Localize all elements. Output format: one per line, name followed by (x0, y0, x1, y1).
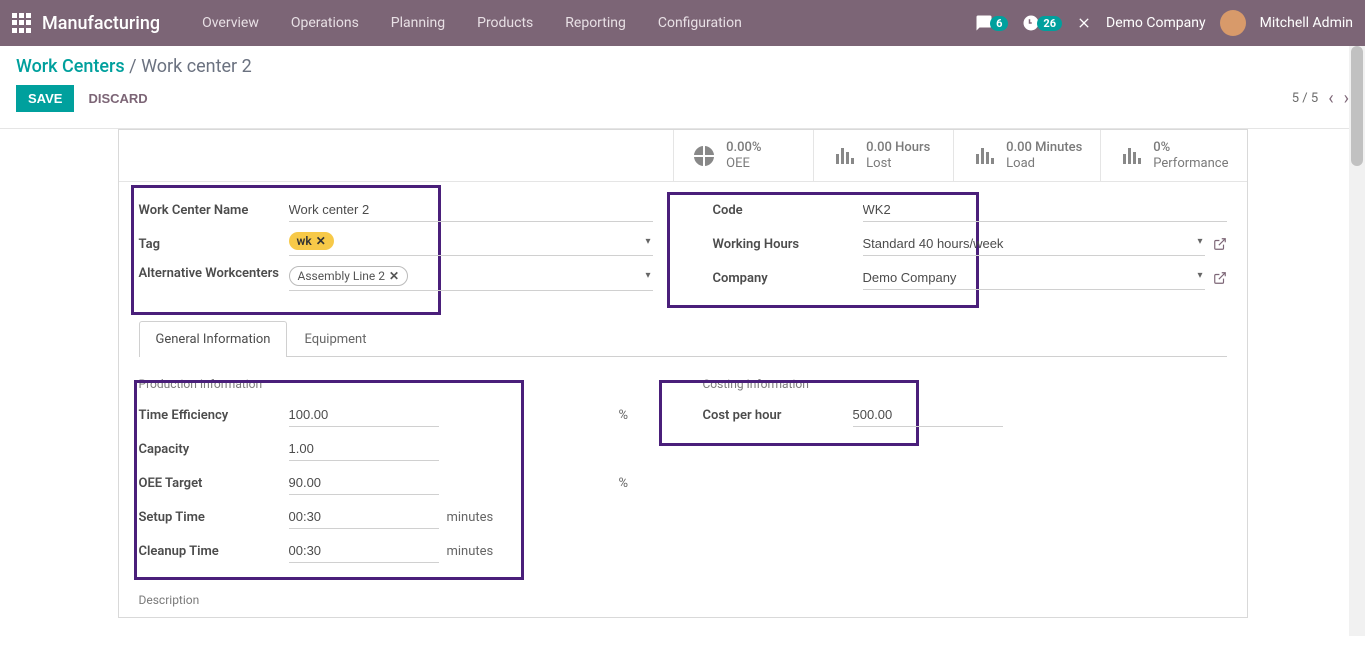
setup-input[interactable] (289, 505, 439, 529)
chevron-down-icon: ▾ (645, 236, 650, 247)
bars-icon (972, 144, 996, 168)
tag-remove-icon[interactable]: ✕ (316, 234, 326, 248)
debug-icon[interactable] (1076, 15, 1092, 31)
stat-performance[interactable]: 0%Performance (1100, 130, 1246, 181)
bars-icon (1119, 144, 1143, 168)
chevron-down-icon: ▾ (645, 270, 650, 281)
cost-group-title: Costing Information (703, 377, 1227, 391)
alt-remove-icon[interactable]: ✕ (389, 269, 399, 283)
eff-input[interactable] (289, 403, 439, 427)
oeet-unit: % (619, 476, 629, 491)
form-sheet: 0.00%OEE 0.00 HoursLost 0.00 MinutesLoad… (118, 129, 1248, 618)
tag-label: Tag (139, 237, 289, 252)
eff-unit: % (619, 408, 629, 423)
setup-unit: minutes (447, 510, 494, 525)
alt-input[interactable]: Assembly Line 2✕ ▾ (289, 266, 653, 291)
pie-icon (692, 144, 716, 168)
description-label: Description (119, 593, 1247, 617)
name-label: Work Center Name (139, 203, 289, 218)
tab-general[interactable]: General Information (139, 321, 288, 357)
oeet-label: OEE Target (139, 476, 289, 491)
tab-equipment[interactable]: Equipment (287, 321, 383, 357)
name-input[interactable] (289, 198, 653, 222)
tag-pill: wk✕ (289, 232, 334, 250)
stat-bar: 0.00%OEE 0.00 HoursLost 0.00 MinutesLoad… (119, 130, 1247, 182)
tab-bar: General Information Equipment (139, 321, 1227, 357)
alt-label: Alternative Workcenters (139, 266, 289, 281)
oeet-input[interactable] (289, 471, 439, 495)
breadcrumb: Work Centers / Work center 2 (16, 56, 252, 77)
activities-icon[interactable]: 26 (1022, 14, 1062, 32)
action-row: SAVE DISCARD 5 / 5 ‹ › (0, 77, 1365, 129)
eff-label: Time Efficiency (139, 408, 289, 423)
company-label: Company (713, 271, 863, 286)
clean-input[interactable] (289, 539, 439, 563)
code-input[interactable] (863, 198, 1227, 222)
topbar: Manufacturing Overview Operations Planni… (0, 0, 1365, 46)
stat-load[interactable]: 0.00 MinutesLoad (953, 130, 1100, 181)
avatar[interactable] (1220, 10, 1246, 36)
clean-label: Cleanup Time (139, 544, 289, 559)
menu-reporting[interactable]: Reporting (551, 9, 640, 37)
breadcrumb-root[interactable]: Work Centers (16, 56, 125, 77)
menu-operations[interactable]: Operations (277, 9, 373, 37)
messages-icon[interactable]: 6 (975, 14, 1008, 32)
cph-label: Cost per hour (703, 408, 853, 423)
breadcrumb-row: Work Centers / Work center 2 (0, 46, 1365, 77)
topbar-right: 6 26 Demo Company Mitchell Admin (975, 10, 1353, 36)
save-button[interactable]: SAVE (16, 85, 74, 112)
user-menu[interactable]: Mitchell Admin (1260, 15, 1353, 31)
stat-oee[interactable]: 0.00%OEE (673, 130, 813, 181)
scrollbar[interactable] (1349, 46, 1365, 636)
menu-planning[interactable]: Planning (377, 9, 459, 37)
pager: 5 / 5 ‹ › (1292, 88, 1349, 109)
breadcrumb-current: Work center 2 (141, 56, 252, 77)
cap-label: Capacity (139, 442, 289, 457)
main-menu: Overview Operations Planning Products Re… (188, 9, 756, 37)
app-brand[interactable]: Manufacturing (42, 13, 160, 34)
prod-group-title: Production Information (139, 377, 663, 391)
pager-prev-icon[interactable]: ‹ (1328, 88, 1333, 109)
menu-configuration[interactable]: Configuration (644, 9, 756, 37)
setup-label: Setup Time (139, 510, 289, 525)
code-label: Code (713, 203, 863, 218)
cph-input[interactable] (853, 403, 1003, 427)
external-link-icon[interactable] (1213, 271, 1227, 285)
cap-input[interactable] (289, 437, 439, 461)
company-input[interactable] (863, 266, 1205, 290)
company-switcher[interactable]: Demo Company (1106, 15, 1206, 31)
activities-badge: 26 (1037, 16, 1062, 31)
hours-input[interactable] (863, 232, 1205, 256)
clean-unit: minutes (447, 544, 494, 559)
alt-pill: Assembly Line 2✕ (289, 266, 409, 286)
hours-label: Working Hours (713, 237, 863, 252)
menu-overview[interactable]: Overview (188, 9, 273, 37)
tag-input[interactable]: wk✕ ▾ (289, 232, 653, 256)
discard-button[interactable]: DISCARD (88, 91, 147, 106)
apps-icon[interactable] (12, 13, 32, 33)
messages-badge: 6 (990, 16, 1008, 31)
bars-icon (832, 144, 856, 168)
pager-text: 5 / 5 (1292, 91, 1318, 106)
menu-products[interactable]: Products (463, 9, 547, 37)
stat-lost[interactable]: 0.00 HoursLost (813, 130, 953, 181)
external-link-icon[interactable] (1213, 237, 1227, 251)
scrollbar-thumb[interactable] (1351, 46, 1363, 166)
